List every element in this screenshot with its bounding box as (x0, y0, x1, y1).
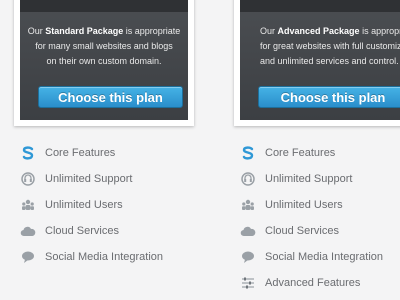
desc-text: Our (260, 26, 278, 36)
desc-text: Our (27, 26, 46, 36)
desc-line: for great websites with full customizati… (260, 41, 400, 51)
desc-line: and unlimited services and control. (260, 56, 399, 66)
cloud-icon (20, 223, 36, 239)
feature-label: Unlimited Users (45, 199, 123, 211)
feature-label: Social Media Integration (45, 251, 164, 263)
feature-label: Unlimited Support (265, 173, 353, 185)
choose-advanced-plan-button[interactable]: Choose this plan (258, 86, 400, 108)
feature-item: Unlimited Users (240, 192, 383, 218)
chat-bubble-icon (20, 249, 36, 265)
feature-label: Core Features (45, 147, 116, 159)
s-logo-icon (20, 145, 36, 161)
plan-panel: Our Advanced Package is appropriate for … (240, 0, 400, 120)
s-logo-icon (240, 145, 256, 161)
choose-standard-plan-button[interactable]: Choose this plan (38, 86, 183, 108)
feature-label: Cloud Services (45, 225, 119, 237)
feature-label: Core Features (265, 147, 336, 159)
feature-label: Advanced Features (265, 277, 361, 289)
feature-item: Core Features (240, 140, 383, 166)
support-icon (20, 171, 36, 187)
feature-label: Cloud Services (265, 225, 339, 237)
advanced-plan-card: Our Advanced Package is appropriate for … (234, 0, 400, 126)
feature-label: Unlimited Users (265, 199, 343, 211)
feature-item: Social Media Integration (20, 244, 163, 270)
desc-line: on their own custom domain. (46, 56, 162, 66)
plan-description: Our Advanced Package is appropriate for … (240, 24, 400, 69)
feature-item: Advanced Features (240, 270, 383, 296)
chat-bubble-icon (240, 249, 256, 265)
cloud-icon (240, 223, 256, 239)
settings-sliders-icon (240, 275, 256, 291)
plan-name: Advanced Package (277, 26, 360, 36)
feature-item: Social Media Integration (240, 244, 383, 270)
users-icon (20, 197, 36, 213)
desc-text: is appropriate (362, 26, 400, 36)
feature-item: Cloud Services (20, 218, 163, 244)
users-icon (240, 197, 256, 213)
feature-item: Unlimited Support (20, 166, 163, 192)
plan-panel: Our Standard Package is appropriate for … (20, 0, 188, 120)
feature-label: Social Media Integration (265, 251, 384, 263)
plan-name: Standard Package (45, 26, 124, 36)
feature-item: Unlimited Support (240, 166, 383, 192)
desc-line: for many small websites and blogs (35, 41, 173, 51)
plan-description: Our Standard Package is appropriate for … (20, 24, 188, 69)
feature-item: Cloud Services (240, 218, 383, 244)
advanced-feature-list: Core Features Unlimited Support Unlimite… (240, 140, 383, 296)
support-icon (240, 171, 256, 187)
desc-text: is appropriate (123, 26, 181, 36)
standard-feature-list: Core Features Unlimited Support Unlimite… (20, 140, 163, 270)
feature-item: Unlimited Users (20, 192, 163, 218)
feature-label: Unlimited Support (45, 173, 133, 185)
feature-item: Core Features (20, 140, 163, 166)
standard-plan-card: Our Standard Package is appropriate for … (14, 0, 194, 126)
